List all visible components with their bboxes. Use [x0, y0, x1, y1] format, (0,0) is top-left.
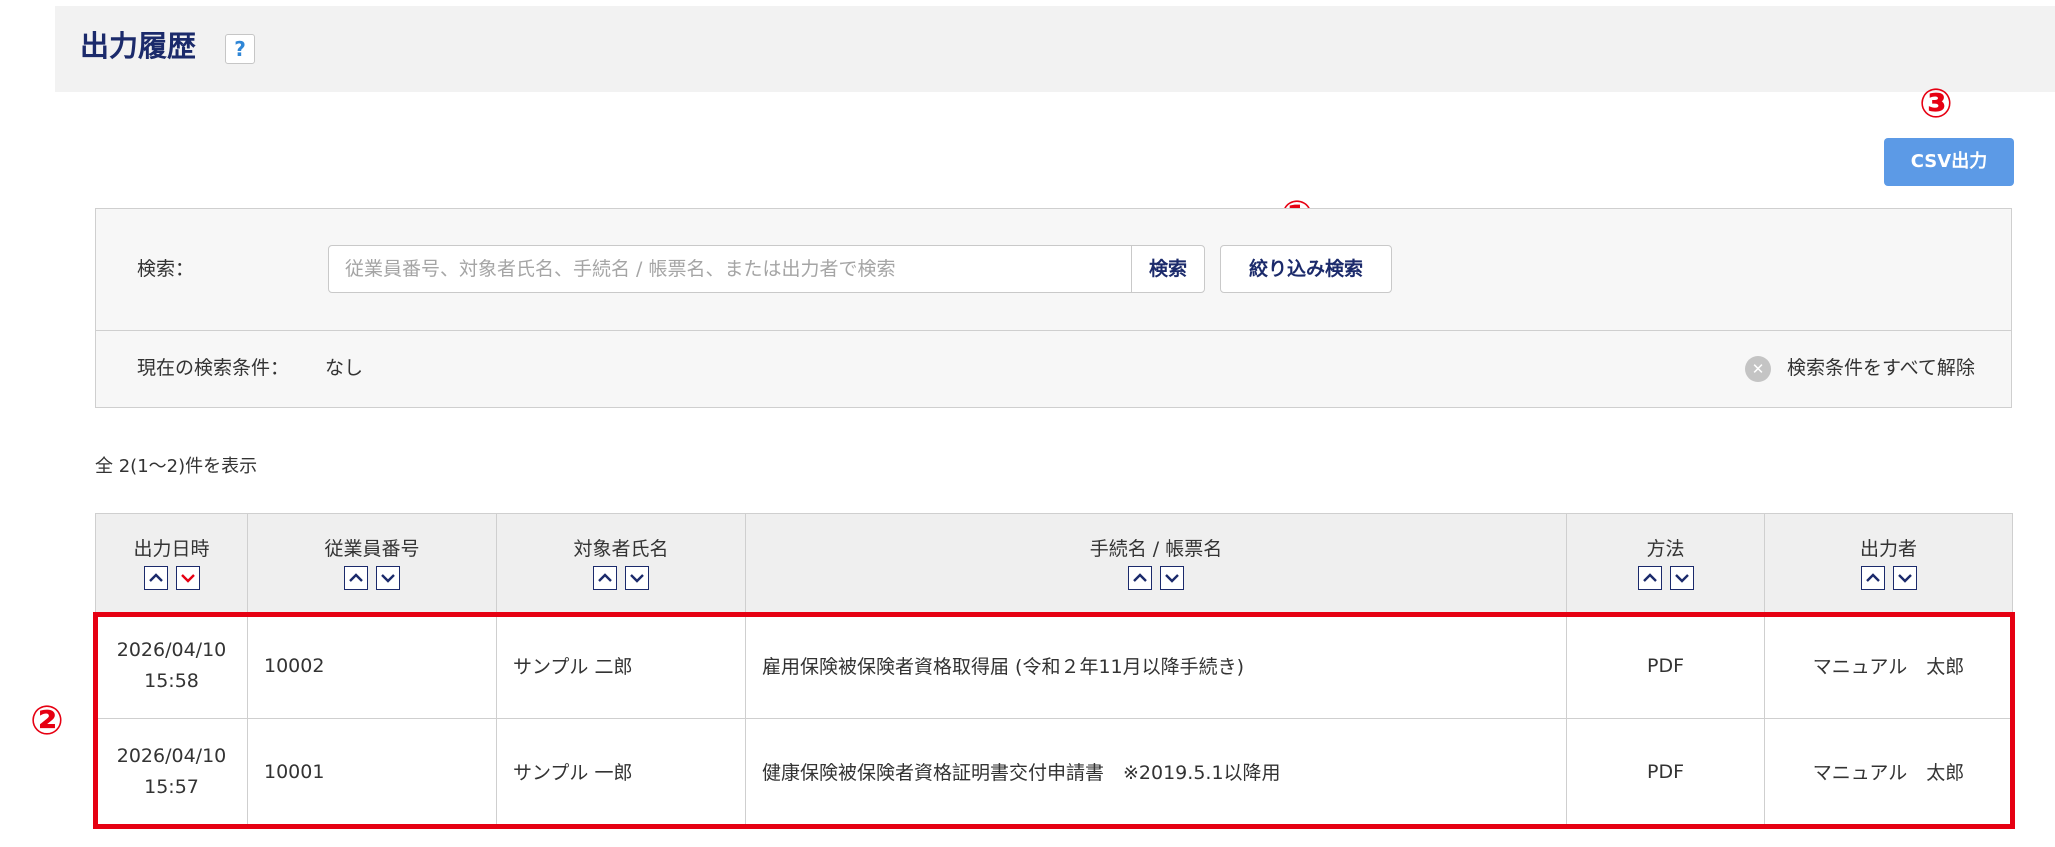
current-conditions-label: 現在の検索条件：: [137, 357, 290, 379]
cell-time: 15:57: [144, 775, 199, 798]
sort-ascending-icon[interactable]: [593, 566, 617, 590]
search-button[interactable]: 検索: [1131, 245, 1205, 293]
table-row[interactable]: 2026/04/10 15:58 10002 サンプル 二郎 雇用保険被保険者資…: [95, 612, 2013, 719]
sort-descending-icon[interactable]: [625, 566, 649, 590]
history-table: 出力日時 従業員番号 対象者氏名 手続名 / 帳票名 方法 出力者 2026/0…: [95, 513, 2013, 825]
cell-output-by: マニュアル 太郎: [1764, 612, 2013, 719]
cell-time: 15:58: [144, 669, 199, 692]
column-header-method: 方法: [1566, 513, 1765, 613]
sort-descending-icon[interactable]: [376, 566, 400, 590]
history-table-wrapper: 出力日時 従業員番号 対象者氏名 手続名 / 帳票名 方法 出力者 2026/0…: [95, 513, 2013, 825]
column-header-output-by: 出力者: [1764, 513, 2013, 613]
column-label: 対象者氏名: [573, 538, 669, 560]
sort-ascending-icon[interactable]: [1860, 566, 1885, 590]
table-row[interactable]: 2026/04/10 15:57 10001 サンプル 一郎 健康保険被保険者資…: [95, 718, 2013, 825]
clear-circle-icon[interactable]: ✕: [1745, 356, 1771, 382]
column-label: 方法: [1646, 538, 1685, 560]
cell-output-by: マニュアル 太郎: [1764, 718, 2013, 825]
search-input[interactable]: [328, 245, 1132, 293]
cell-target-name: サンプル 一郎: [496, 718, 746, 825]
narrow-search-button[interactable]: 絞り込み検索: [1220, 245, 1392, 293]
annotation-marker-3: ③: [1919, 81, 1953, 127]
cell-method: PDF: [1566, 718, 1765, 825]
sort-descending-icon[interactable]: [1669, 566, 1694, 590]
cell-employee-number: 10001: [247, 718, 497, 825]
csv-export-button[interactable]: CSV出力: [1884, 138, 2014, 186]
cell-output-datetime: 2026/04/10 15:57: [95, 718, 248, 825]
cell-procedure-name: 雇用保険被保険者資格取得届 (令和２年11月以降手続き): [745, 612, 1567, 719]
sort-descending-icon[interactable]: [1892, 566, 1917, 590]
clear-all-conditions-link[interactable]: 検索条件をすべて解除: [1787, 355, 1975, 381]
search-panel-divider: [95, 330, 2012, 331]
sort-ascending-icon[interactable]: [1637, 566, 1662, 590]
page-title: 出力履歴: [80, 29, 197, 63]
cell-employee-number: 10002: [247, 612, 497, 719]
cell-method: PDF: [1566, 612, 1765, 719]
sort-descending-active-icon[interactable]: [175, 566, 200, 590]
annotation-marker-2: ②: [30, 698, 64, 744]
column-header-procedure-name: 手続名 / 帳票名: [745, 513, 1567, 613]
sort-ascending-icon[interactable]: [1128, 566, 1152, 590]
search-label: 検索：: [137, 258, 195, 280]
result-count: 全 2(1〜2)件を表示: [95, 456, 258, 477]
cell-target-name: サンプル 二郎: [496, 612, 746, 719]
cell-output-datetime: 2026/04/10 15:58: [95, 612, 248, 719]
sort-descending-icon[interactable]: [1160, 566, 1184, 590]
help-icon[interactable]: ?: [225, 34, 255, 64]
current-conditions-value: なし: [325, 357, 364, 379]
page-header: [55, 6, 2055, 92]
column-label: 手続名 / 帳票名: [1089, 538, 1223, 560]
cell-date: 2026/04/10: [116, 638, 227, 661]
sort-ascending-icon[interactable]: [143, 566, 168, 590]
search-panel: [95, 208, 2012, 408]
cell-procedure-name: 健康保険被保険者資格証明書交付申請書 ※2019.5.1以降用: [745, 718, 1567, 825]
column-label: 従業員番号: [324, 538, 420, 560]
column-header-employee-number: 従業員番号: [247, 513, 497, 613]
column-label: 出力者: [1859, 538, 1917, 560]
column-header-target-name: 対象者氏名: [496, 513, 746, 613]
cell-date: 2026/04/10: [116, 744, 227, 767]
sort-ascending-icon[interactable]: [344, 566, 368, 590]
column-header-output-datetime: 出力日時: [95, 513, 248, 613]
table-header-row: 出力日時 従業員番号 対象者氏名 手続名 / 帳票名 方法 出力者: [95, 513, 2013, 613]
column-label: 出力日時: [133, 538, 210, 560]
